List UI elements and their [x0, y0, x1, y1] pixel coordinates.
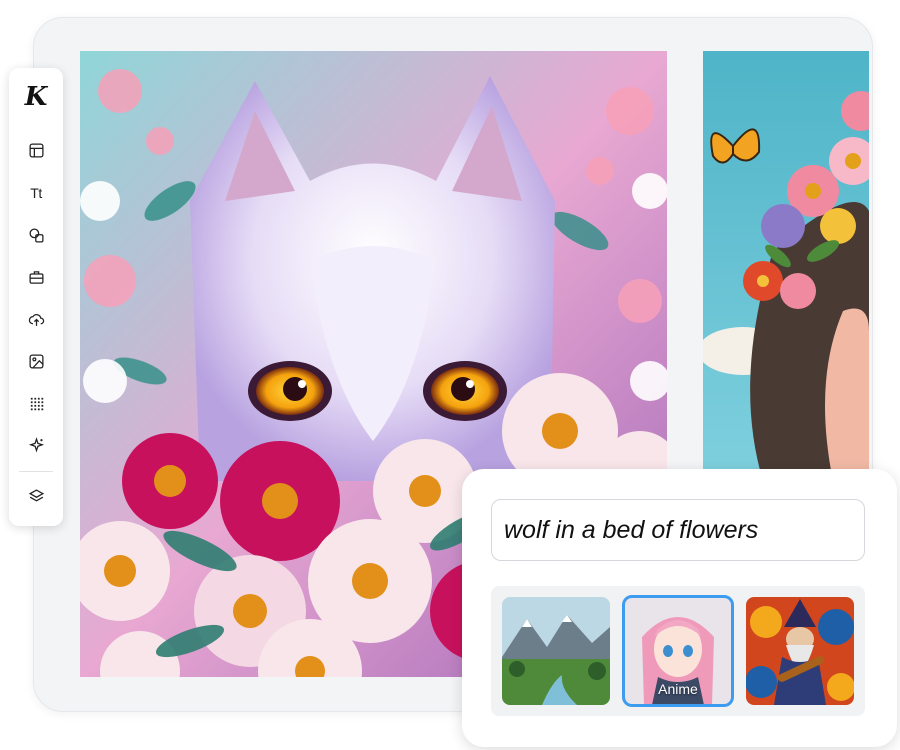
- app-logo[interactable]: K: [9, 80, 63, 114]
- style-thumb-psychedelic-wizard[interactable]: [746, 597, 854, 705]
- layout-icon[interactable]: [21, 135, 51, 165]
- sparkle-icon[interactable]: [21, 430, 51, 460]
- text-icon[interactable]: Tt: [21, 178, 51, 208]
- generated-image-flower-girl[interactable]: [703, 51, 869, 481]
- toolbar-divider: [19, 471, 53, 472]
- briefcase-icon[interactable]: [21, 262, 51, 292]
- ai-prompt-panel: wolf in a bed of flowers Anime: [462, 469, 897, 747]
- layers-icon[interactable]: [21, 481, 51, 511]
- text-tool-label: Tt: [30, 185, 42, 201]
- prompt-input[interactable]: wolf in a bed of flowers: [491, 499, 865, 561]
- style-thumb-anime[interactable]: Anime: [622, 595, 734, 707]
- style-label-anime: Anime: [658, 681, 698, 697]
- style-picker: Anime: [491, 586, 865, 716]
- image-icon[interactable]: [21, 346, 51, 376]
- style-thumb-landscape[interactable]: [502, 597, 610, 705]
- pattern-icon[interactable]: [21, 388, 51, 418]
- stage: K Tt wolf in a bed of flowers Anime: [0, 0, 900, 750]
- tool-sidebar: K Tt: [9, 68, 63, 526]
- upload-icon[interactable]: [21, 304, 51, 334]
- shapes-icon[interactable]: [21, 220, 51, 250]
